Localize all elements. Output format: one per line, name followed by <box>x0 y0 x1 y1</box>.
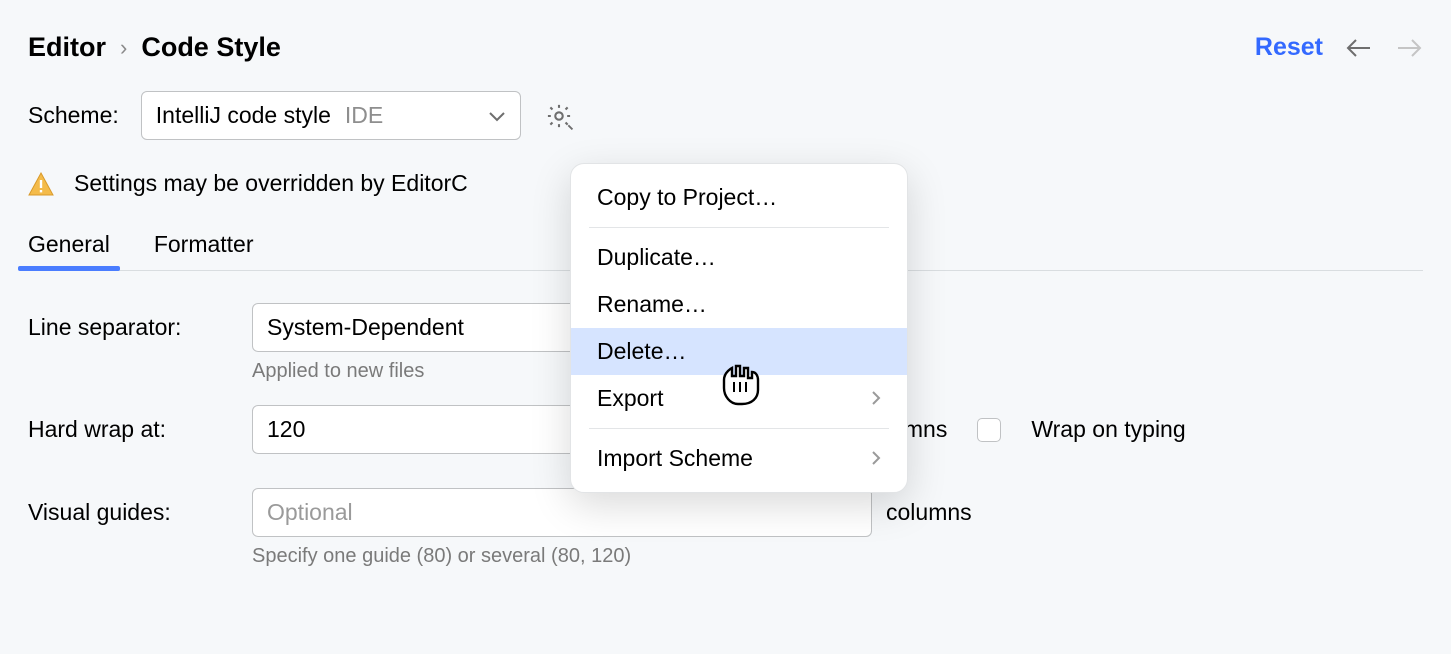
hard-wrap-after: lumns Wrap on typing <box>886 416 1423 443</box>
header: Editor › Code Style Reset <box>28 32 1423 63</box>
scheme-actions-button[interactable] <box>543 100 575 132</box>
tab-formatter[interactable]: Formatter <box>154 231 254 270</box>
menu-item-export[interactable]: Export <box>571 375 907 422</box>
chevron-right-icon <box>871 385 881 412</box>
breadcrumb-item-editor[interactable]: Editor <box>28 32 106 63</box>
scheme-value: IntelliJ code style <box>156 102 331 129</box>
arrow-left-icon <box>1345 38 1373 58</box>
visual-guides-unit: columns <box>886 499 972 526</box>
scheme-scope-tag: IDE <box>345 102 383 129</box>
warning-icon <box>28 172 54 196</box>
gear-icon <box>545 102 573 130</box>
visual-guides-placeholder: Optional <box>267 499 353 525</box>
line-separator-label: Line separator: <box>28 314 238 341</box>
scheme-row: Scheme: IntelliJ code style IDE <box>28 91 1423 140</box>
back-button[interactable] <box>1345 34 1373 62</box>
warning-text: Settings may be overridden by EditorC <box>74 170 468 197</box>
forward-button[interactable] <box>1395 34 1423 62</box>
menu-item-duplicate[interactable]: Duplicate… <box>571 234 907 281</box>
menu-item-label: Copy to Project… <box>597 184 777 211</box>
visual-guides-after: columns <box>886 499 1423 526</box>
menu-item-rename[interactable]: Rename… <box>571 281 907 328</box>
menu-item-delete[interactable]: Delete… <box>571 328 907 375</box>
menu-item-copy-to-project[interactable]: Copy to Project… <box>571 174 907 221</box>
reset-button[interactable]: Reset <box>1255 33 1323 62</box>
hard-wrap-value: 120 <box>267 416 305 442</box>
arrow-right-icon <box>1395 38 1423 58</box>
scheme-label: Scheme: <box>28 102 119 129</box>
hard-wrap-label: Hard wrap at: <box>28 416 238 443</box>
menu-item-label: Rename… <box>597 291 707 318</box>
wrap-on-typing-label: Wrap on typing <box>1031 416 1185 443</box>
menu-item-label: Delete… <box>597 338 686 365</box>
header-actions: Reset <box>1255 33 1423 62</box>
tab-general[interactable]: General <box>28 231 110 270</box>
chevron-down-icon <box>488 102 506 129</box>
chevron-right-icon <box>871 445 881 472</box>
breadcrumb: Editor › Code Style <box>28 32 281 63</box>
menu-item-label: Export <box>597 385 663 412</box>
visual-guides-label: Visual guides: <box>28 499 238 526</box>
menu-separator <box>589 227 889 228</box>
settings-page: Editor › Code Style Reset Scheme: <box>0 0 1451 580</box>
chevron-right-icon: › <box>120 35 127 61</box>
visual-guides-input[interactable]: Optional <box>252 488 872 537</box>
scheme-select[interactable]: IntelliJ code style IDE <box>141 91 521 140</box>
menu-separator <box>589 428 889 429</box>
scheme-actions-menu: Copy to Project… Duplicate… Rename… Dele… <box>570 163 908 493</box>
wrap-on-typing-checkbox[interactable] <box>977 418 1001 442</box>
menu-item-label: Duplicate… <box>597 244 716 271</box>
menu-item-label: Import Scheme <box>597 445 753 472</box>
visual-guides-help: Specify one guide (80) or several (80, 1… <box>252 545 1423 568</box>
breadcrumb-item-code-style[interactable]: Code Style <box>141 32 281 63</box>
menu-item-import-scheme[interactable]: Import Scheme <box>571 435 907 482</box>
line-separator-value: System-Dependent <box>267 314 464 341</box>
